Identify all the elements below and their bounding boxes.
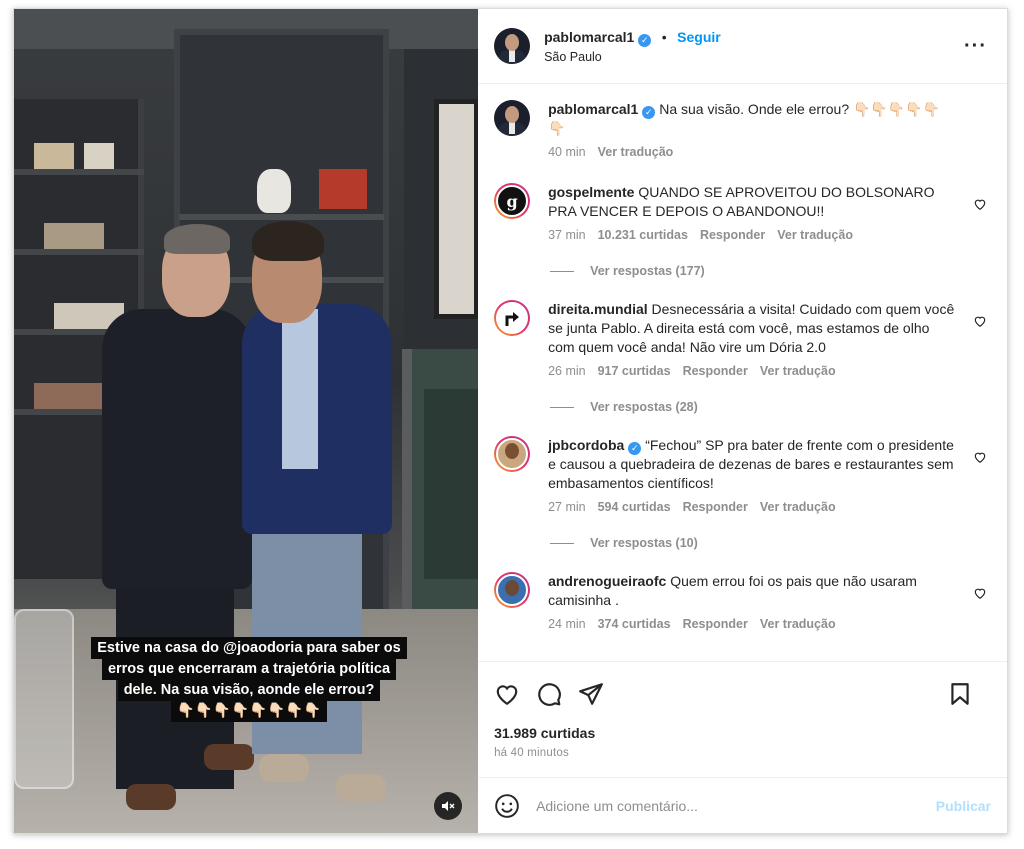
view-replies-label: Ver respostas (28) xyxy=(590,400,698,414)
comments-list: pablomarcal1 ✓ Na sua visão. Onde ele err… xyxy=(478,84,1007,661)
verified-icon: ✓ xyxy=(638,33,652,47)
person-left-shoe xyxy=(126,784,176,810)
heart-icon[interactable] xyxy=(973,314,987,328)
translate-link[interactable]: Ver tradução xyxy=(777,228,853,242)
share-icon[interactable] xyxy=(578,681,604,707)
scene-vase xyxy=(257,169,291,213)
translate-link[interactable]: Ver tradução xyxy=(760,364,836,378)
scene-fireplace-inner xyxy=(424,389,479,579)
comment-icon[interactable] xyxy=(536,681,562,707)
add-comment-bar: Adicione um comentário... Publicar xyxy=(478,777,1007,833)
heart-icon[interactable] xyxy=(973,197,987,211)
arrow-turn-icon xyxy=(505,312,520,326)
comment-likes[interactable]: 594 curtidas xyxy=(598,500,671,514)
comment-time[interactable]: 37 min xyxy=(548,228,586,242)
view-replies[interactable]: Ver respostas (10) xyxy=(550,536,991,550)
comment-item: g gospelmente QUANDO SE APROVEITOU DO BO… xyxy=(494,183,991,242)
comment-time[interactable]: 24 min xyxy=(548,617,586,631)
comment-item: jpbcordoba ✓ “Fechou” SP pra bater de fre… xyxy=(494,436,991,514)
post-video[interactable]: Estive na casa do @joaodoria para saber … xyxy=(14,9,479,833)
post-actions xyxy=(478,661,1007,725)
avatar[interactable]: g xyxy=(494,183,531,219)
comment-username[interactable]: gospelmente xyxy=(548,184,634,200)
post-location[interactable]: São Paulo xyxy=(544,50,721,64)
publish-button[interactable]: Publicar xyxy=(936,798,991,814)
reply-button[interactable]: Responder xyxy=(683,364,748,378)
view-replies-label: Ver respostas (10) xyxy=(590,536,698,550)
translate-link[interactable]: Ver tradução xyxy=(760,500,836,514)
post-time[interactable]: há 40 minutos xyxy=(478,741,1007,759)
avatar[interactable] xyxy=(494,100,531,136)
avatar[interactable] xyxy=(494,436,531,472)
author-username[interactable]: pablomarcal1 xyxy=(544,29,634,45)
scene-shelf xyxy=(14,249,144,255)
scene-red-books xyxy=(319,169,367,209)
comment-username[interactable]: jpbcordoba xyxy=(548,437,624,453)
follow-button[interactable]: Seguir xyxy=(677,29,721,45)
video-caption: Estive na casa do @joaodoria para saber … xyxy=(74,637,424,722)
comment-username[interactable]: andrenogueiraofc xyxy=(548,573,666,589)
author-caption: pablomarcal1 ✓ Na sua visão. Onde ele err… xyxy=(494,100,991,159)
reply-button[interactable]: Responder xyxy=(683,617,748,631)
post-sidebar: pablomarcal1 ✓ • Seguir São Paulo ··· pab… xyxy=(478,9,1007,833)
person-left-body xyxy=(102,309,252,589)
comment-likes[interactable]: 10.231 curtidas xyxy=(598,228,688,242)
scene-shelf xyxy=(179,214,384,220)
person-left-hair xyxy=(164,224,230,254)
verified-icon: ✓ xyxy=(628,442,642,455)
scene-picture xyxy=(434,99,479,319)
comment-username[interactable]: direita.mundial xyxy=(548,301,648,317)
mute-button[interactable] xyxy=(434,792,462,820)
person-right-shirt xyxy=(282,309,318,469)
verified-icon: ✓ xyxy=(642,106,656,119)
post-modal: Estive na casa do @joaodoria para saber … xyxy=(13,8,1008,834)
scene-chair xyxy=(14,609,74,789)
translate-link[interactable]: Ver tradução xyxy=(598,145,674,159)
comment-time[interactable]: 26 min xyxy=(548,364,586,378)
person-right-shoe xyxy=(336,774,386,802)
person-right-hair xyxy=(252,221,324,261)
avatar[interactable] xyxy=(494,28,531,64)
reply-button[interactable]: Responder xyxy=(683,500,748,514)
caption-line: erros que encerraram a trajetória políti… xyxy=(101,658,397,680)
comment-item: direita.mundial Desnecessária a visita! … xyxy=(494,300,991,378)
heart-icon[interactable] xyxy=(973,450,987,464)
person-left-shoe xyxy=(204,744,254,770)
comment-likes[interactable]: 374 curtidas xyxy=(598,617,671,631)
caption-line: 👇🏻👇🏻👇🏻👇🏻👇🏻👇🏻👇🏻👇🏻 xyxy=(170,700,328,722)
post-likes[interactable]: 31.989 curtidas xyxy=(478,725,1007,741)
comment-likes[interactable]: 917 curtidas xyxy=(598,364,671,378)
mute-icon xyxy=(442,801,455,811)
heart-icon[interactable] xyxy=(494,681,520,707)
translate-link[interactable]: Ver tradução xyxy=(760,617,836,631)
heart-icon[interactable] xyxy=(973,586,987,600)
view-replies[interactable]: Ver respostas (28) xyxy=(550,400,991,414)
more-icon[interactable]: ··· xyxy=(964,35,987,58)
view-replies[interactable]: Ver respostas (177) xyxy=(550,264,991,278)
bookmark-icon[interactable] xyxy=(947,681,973,707)
avatar[interactable] xyxy=(494,572,531,608)
comment-username[interactable]: pablomarcal1 xyxy=(548,101,638,117)
comment-input[interactable]: Adicione um comentário... xyxy=(536,798,936,814)
separator-dot: • xyxy=(661,28,667,45)
view-replies-label: Ver respostas (177) xyxy=(590,264,705,278)
scene-books xyxy=(84,143,114,169)
avatar[interactable] xyxy=(494,300,531,336)
caption-line: dele. Na sua visão, aonde ele errou? xyxy=(117,679,381,701)
comment-time[interactable]: 27 min xyxy=(548,500,586,514)
person-right-shoe xyxy=(259,754,309,782)
scene-books xyxy=(34,143,74,169)
scene-books xyxy=(44,223,104,249)
reply-button[interactable]: Responder xyxy=(700,228,765,242)
scene-shelf xyxy=(14,169,144,175)
comment-time[interactable]: 40 min xyxy=(548,145,586,159)
post-header: pablomarcal1 ✓ • Seguir São Paulo ··· xyxy=(478,9,1007,84)
comment-item: andrenogueiraofc Quem errou foi os pais … xyxy=(494,572,991,631)
emoji-icon[interactable] xyxy=(494,793,520,819)
caption-line: Estive na casa do @joaodoria para saber … xyxy=(91,637,407,659)
